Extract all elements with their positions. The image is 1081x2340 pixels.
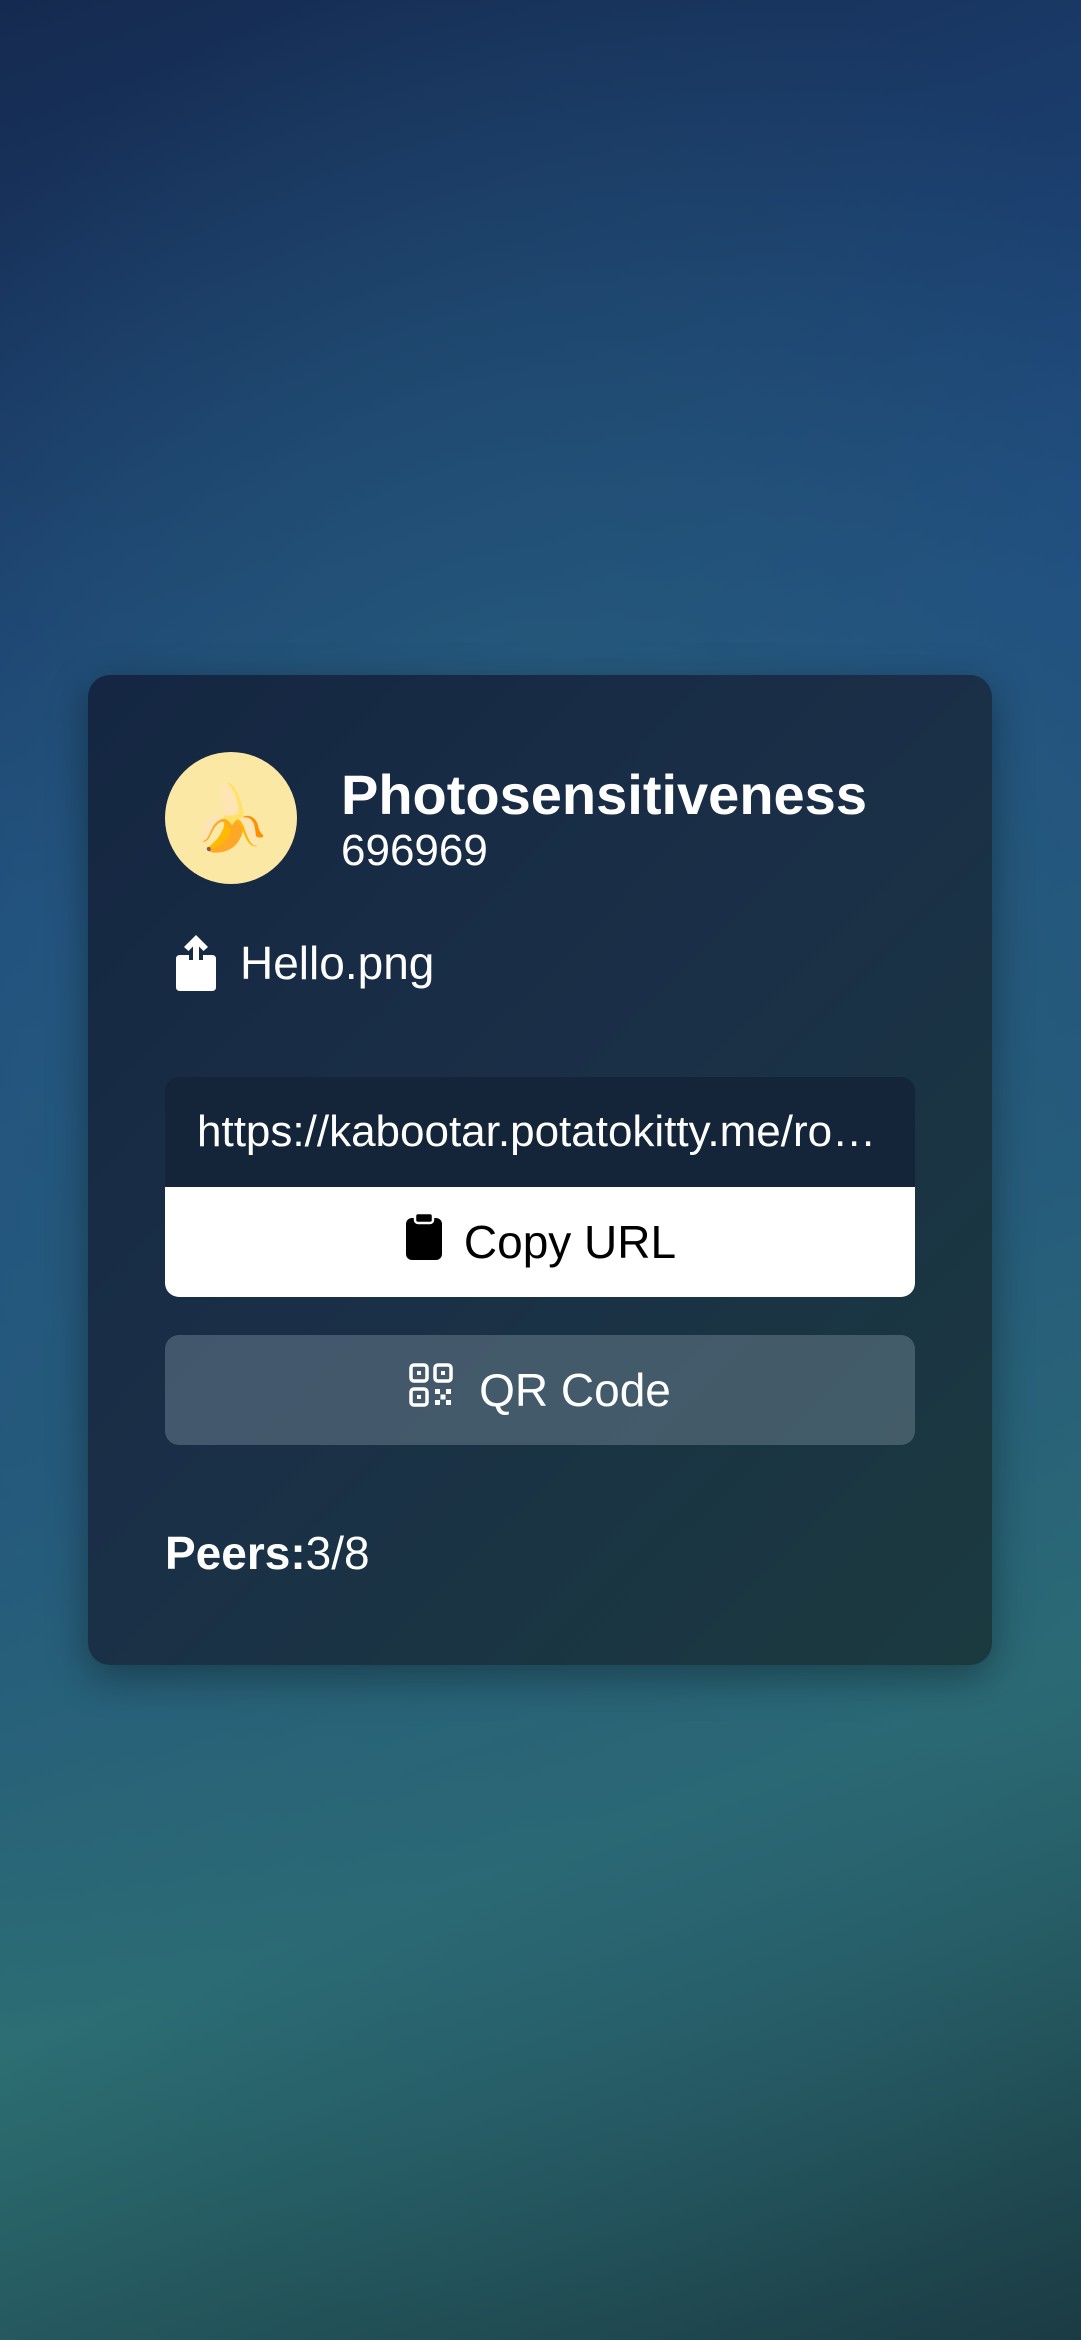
shared-file[interactable]: Hello.png <box>174 930 434 996</box>
clipboard-icon <box>404 1211 444 1273</box>
peers-count: Peers:3/8 <box>165 1525 370 1581</box>
qr-code-icon <box>409 1362 453 1418</box>
banana-emoji: 🍌 <box>191 782 271 854</box>
qr-code-button[interactable]: QR Code <box>165 1335 915 1445</box>
peers-value: 3/8 <box>305 1527 370 1579</box>
copy-url-label: Copy URL <box>463 1216 677 1268</box>
copy-url-button[interactable]: Copy URL <box>165 1187 915 1297</box>
room-name: Photosensitiveness <box>341 763 867 826</box>
room-avatar: 🍌 <box>165 752 297 884</box>
room-code: 696969 <box>341 826 488 875</box>
share-upload-icon <box>174 933 218 993</box>
qr-code-label: QR Code <box>479 1364 671 1416</box>
room-card: 🍌 Photosensitiveness 696969 Hello.png ht… <box>88 675 992 1665</box>
file-name: Hello.png <box>240 937 435 989</box>
room-url-field[interactable]: https://kabootar.potatokitty.me/room/696… <box>165 1077 915 1187</box>
peers-label: Peers: <box>165 1527 306 1579</box>
